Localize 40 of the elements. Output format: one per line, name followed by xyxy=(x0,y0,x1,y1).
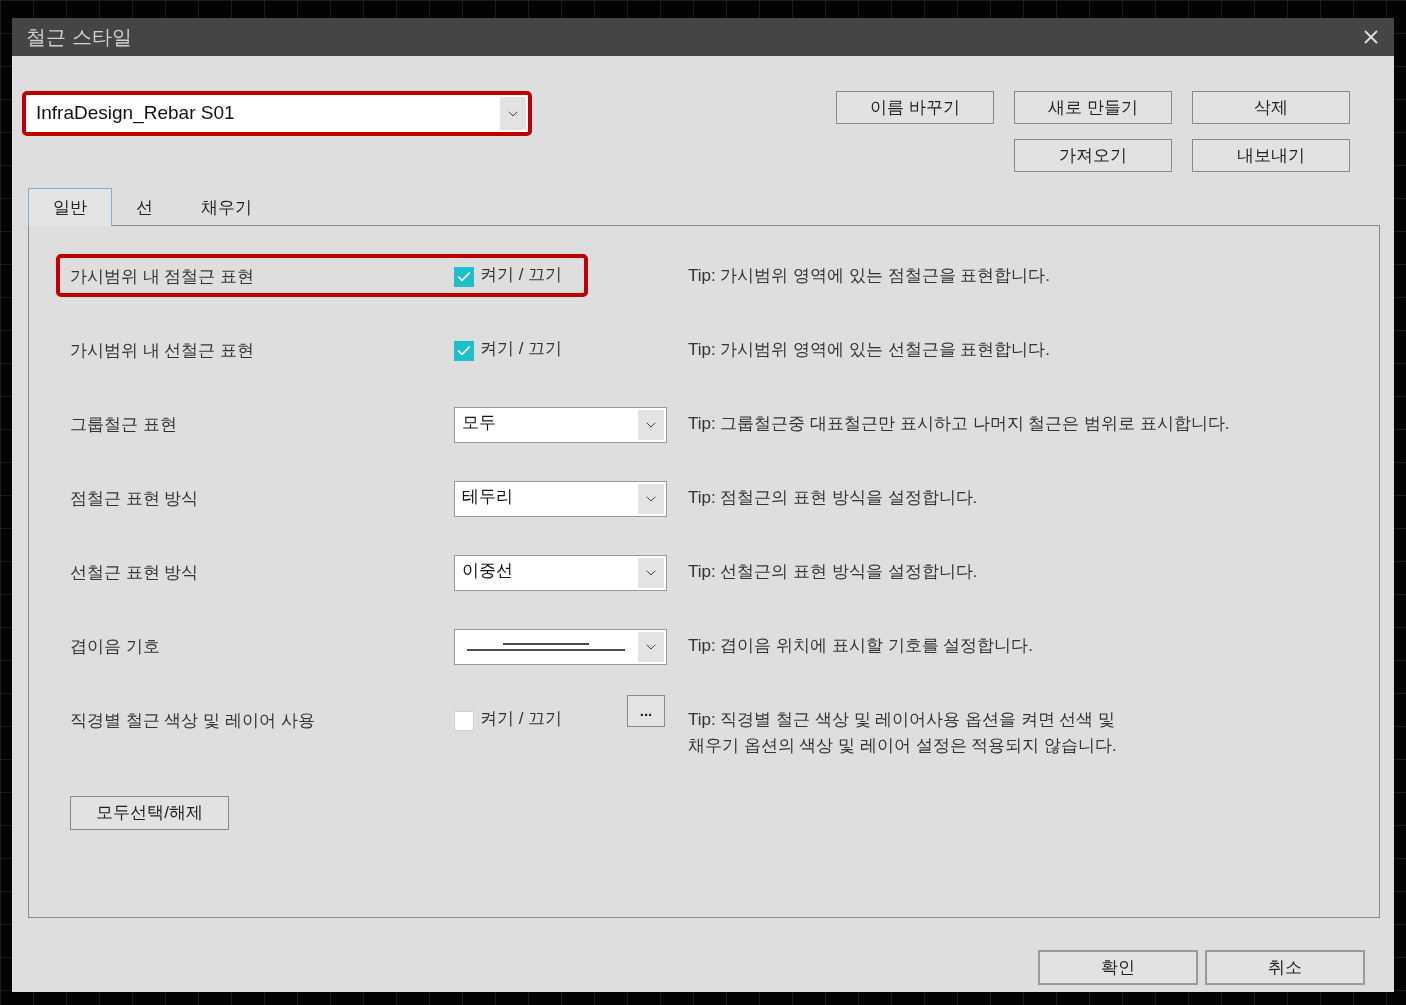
tip-text: Tip: 선철근의 표현 방식을 설정합니다. xyxy=(688,561,978,583)
setting-label: 겹이음 기호 xyxy=(70,636,160,659)
more-button[interactable]: ... xyxy=(627,695,665,727)
dropdown[interactable]: 테두리 xyxy=(454,481,667,517)
tip-text: Tip: 그룹철근중 대표철근만 표시하고 나머지 철근은 범위로 표시합니다. xyxy=(688,413,1230,435)
lap-splice-symbol-icon xyxy=(466,642,625,652)
toolbar-button[interactable]: 내보내기 xyxy=(1192,139,1350,172)
dropdown[interactable]: 모두 xyxy=(454,407,667,443)
toggle-label: 켜기 / 끄기 xyxy=(480,264,563,287)
dialog-button[interactable]: 확인 xyxy=(1038,950,1198,985)
tip-text: Tip: 점철근의 표현 방식을 설정합니다. xyxy=(688,487,978,509)
tab[interactable]: 일반 xyxy=(28,188,112,226)
setting-label: 직경별 철근 색상 및 레이어 사용 xyxy=(70,710,315,733)
checkbox[interactable] xyxy=(454,267,474,287)
toolbar-button[interactable]: 이름 바꾸기 xyxy=(836,91,994,124)
dialog-button[interactable]: 취소 xyxy=(1205,950,1365,985)
select-all-button[interactable]: 모두선택/해제 xyxy=(70,796,229,830)
setting-label: 가시범위 내 점철근 표현 xyxy=(70,266,255,289)
window-title: 철근 스타일 xyxy=(26,25,132,50)
toggle-label: 켜기 / 끄기 xyxy=(480,338,563,361)
tip-text: 채우기 옵션의 색상 및 레이어 설정은 적용되지 않습니다. xyxy=(688,735,1117,757)
tip-text: Tip: 겹이음 위치에 표시할 기호를 설정합니다. xyxy=(688,635,1034,657)
tip-text: Tip: 가시범위 영역에 있는 선철근을 표현합니다. xyxy=(688,339,1051,361)
toggle-label: 켜기 / 끄기 xyxy=(480,708,563,731)
dropdown[interactable]: 이중선 xyxy=(454,555,667,591)
toolbar-button[interactable]: 삭제 xyxy=(1192,91,1350,124)
setting-label: 가시범위 내 선철근 표현 xyxy=(70,340,255,363)
style-dropdown[interactable]: InfraDesign_Rebar S01 xyxy=(22,91,532,136)
symbol-dropdown[interactable] xyxy=(454,629,667,665)
tab[interactable]: 선 xyxy=(112,191,177,225)
setting-label: 점철근 표현 방식 xyxy=(70,488,199,511)
tab[interactable]: 채우기 xyxy=(177,191,276,225)
tip-text: Tip: 직경별 철근 색상 및 레이어사용 옵션을 켜면 선색 및 xyxy=(688,709,1117,731)
setting-label: 그룹철근 표현 xyxy=(70,414,177,437)
setting-label: 선철근 표현 방식 xyxy=(70,562,199,585)
checkbox[interactable] xyxy=(454,711,474,731)
toolbar-button[interactable]: 가져오기 xyxy=(1014,139,1172,172)
toolbar-button[interactable]: 새로 만들기 xyxy=(1014,91,1172,124)
tip-text: Tip: 가시범위 영역에 있는 점철근을 표현합니다. xyxy=(688,265,1051,287)
checkbox[interactable] xyxy=(454,341,474,361)
